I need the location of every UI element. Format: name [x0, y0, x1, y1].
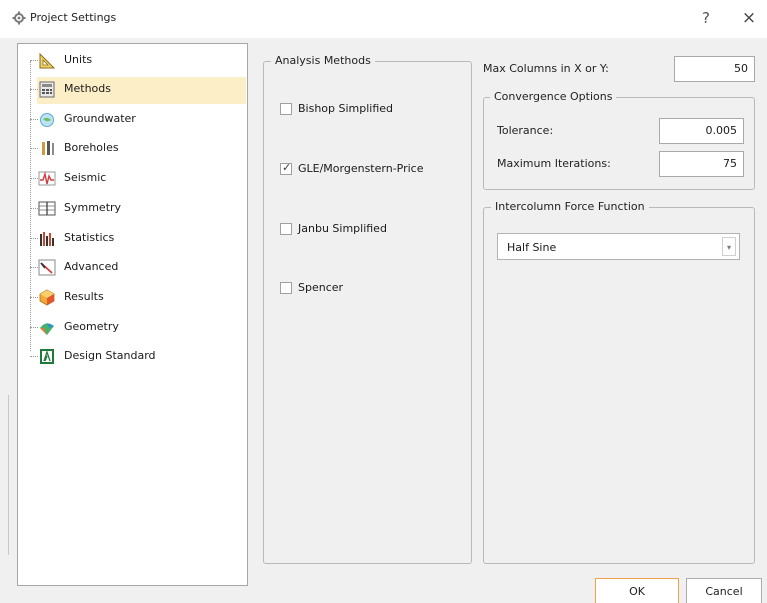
tree-item-groundwater[interactable]: Groundwater [18, 105, 247, 133]
settings-gear-icon [12, 11, 26, 25]
spencer-checkbox[interactable] [280, 282, 292, 294]
tree-item-label: Statistics [64, 231, 115, 244]
tree-item-label: Seismic [64, 171, 107, 184]
design-standard-icon [40, 349, 54, 364]
window-title: Project Settings [30, 11, 117, 24]
gle-morgenstern-price-checkbox[interactable] [280, 161, 292, 175]
tree-item-label: Units [64, 53, 93, 66]
tree-item-label: Geometry [64, 320, 119, 333]
tree-item-label: Methods [64, 82, 111, 95]
bishop-simplified-checkbox[interactable] [280, 103, 292, 115]
max-iterations-label: Maximum Iterations: [497, 157, 611, 170]
janbu-simplified-checkbox[interactable] [280, 223, 292, 235]
close-button[interactable]: × [738, 7, 760, 29]
tree-item-methods[interactable]: Methods [18, 75, 247, 104]
methods-icon [39, 81, 55, 98]
tree-item-design-standard[interactable]: Design Standard [18, 342, 247, 370]
tree-item-geometry[interactable]: Geometry [18, 313, 247, 341]
check-label: Janbu Simplified [298, 222, 387, 235]
tree-item-seismic[interactable]: Seismic [18, 164, 247, 192]
results-icon [39, 289, 55, 306]
tolerance-label: Tolerance: [497, 124, 554, 137]
tree-item-label: Symmetry [64, 201, 122, 214]
intercolumn-force-legend: Intercolumn Force Function [491, 200, 649, 213]
tree-item-boreholes[interactable]: Boreholes [18, 134, 247, 162]
symmetry-icon [38, 201, 56, 216]
max-iterations-input[interactable]: 75 [659, 151, 744, 177]
analysis-methods-group [263, 61, 472, 564]
seismic-icon [38, 171, 56, 186]
ok-button[interactable]: OK [595, 578, 679, 603]
check-label: Spencer [298, 281, 344, 294]
tree-item-statistics[interactable]: Statistics [18, 224, 247, 252]
title-bar: Project Settings ? × [0, 0, 767, 38]
settings-tree: Units Methods Groundwater Boreholes Seis… [17, 43, 248, 586]
intercolumn-force-select[interactable]: Half Sine ▾ [497, 233, 740, 260]
tree-item-label: Groundwater [64, 112, 136, 125]
groundwater-icon [40, 113, 54, 127]
max-columns-label: Max Columns in X or Y: [483, 62, 609, 75]
tree-item-label: Results [64, 290, 104, 303]
cancel-button[interactable]: Cancel [686, 578, 762, 603]
boreholes-icon [42, 141, 54, 155]
tree-item-label: Advanced [64, 260, 119, 273]
tolerance-input[interactable]: 0.005 [659, 118, 744, 144]
tree-item-symmetry[interactable]: Symmetry [18, 194, 247, 222]
selected-value: Half Sine [507, 241, 557, 254]
check-label: Bishop Simplified [298, 102, 394, 115]
tree-item-label: Design Standard [64, 349, 156, 362]
analysis-methods-legend: Analysis Methods [271, 54, 375, 67]
tree-item-units[interactable]: Units [18, 46, 247, 74]
tree-item-advanced[interactable]: Advanced [18, 253, 247, 281]
help-button[interactable]: ? [696, 7, 716, 29]
advanced-icon [38, 259, 56, 276]
intercolumn-force-group [483, 207, 755, 564]
tree-item-results[interactable]: Results [18, 283, 247, 311]
geometry-icon [40, 323, 54, 335]
convergence-options-legend: Convergence Options [490, 90, 617, 103]
check-label: GLE/Morgenstern-Price [298, 162, 424, 175]
window-edge-divider [8, 395, 9, 555]
tree-item-label: Boreholes [64, 141, 119, 154]
max-columns-input[interactable]: 50 [674, 56, 755, 82]
units-icon [39, 52, 56, 69]
statistics-icon [40, 232, 54, 246]
chevron-down-icon[interactable]: ▾ [722, 237, 736, 256]
